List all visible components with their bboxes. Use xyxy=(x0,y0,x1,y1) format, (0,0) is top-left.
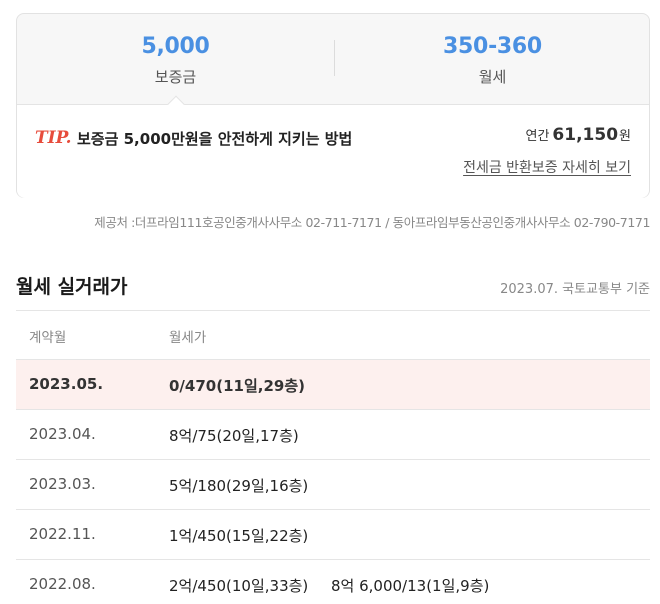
annual-cost: 연간 61,150원 xyxy=(526,125,632,145)
rent-value: 350-360 xyxy=(443,34,542,59)
table-row[interactable]: 2023.03. 5억/180(29일,16층) xyxy=(16,459,650,509)
annual-unit: 원 xyxy=(619,129,631,144)
row-rent: 0/470(11일,29층) xyxy=(169,377,305,395)
row-rent: 8억/75(20일,17층) xyxy=(169,427,299,445)
tip-box: TIP. 보증금 5,000만원을 안전하게 지키는 방법 연간 61,150원 … xyxy=(17,104,649,198)
row-rent: 1억/450(15일,22층) xyxy=(169,527,309,545)
provider-info: 제공처 :더프라임111호공인중개사사무소 02-711-7171 / 동아프라… xyxy=(94,215,650,230)
price-summary-card: 5,000 보증금 350-360 월세 TIP. 보증금 5,000만원을 안… xyxy=(16,13,650,198)
tip-tag: TIP. xyxy=(35,128,72,148)
rent-label: 월세 xyxy=(478,68,507,86)
rent-column: 350-360 월세 xyxy=(334,14,651,105)
row-rent-secondary: 8억 6,000/13(1일,9층) xyxy=(331,577,490,595)
annual-value: 61,150 xyxy=(552,125,619,145)
guarantee-detail-link[interactable]: 전세금 반환보증 자세히 보기 xyxy=(463,157,631,177)
table-row[interactable]: 2023.04. 8억/75(20일,17층) xyxy=(16,409,650,459)
section-basis: 2023.07. 국토교통부 기준 xyxy=(500,282,650,297)
row-rent: 5억/180(29일,16층) xyxy=(169,477,309,495)
row-date: 2022.11. xyxy=(29,525,96,543)
row-rent: 2억/450(10일,33층) xyxy=(169,577,309,595)
row-date: 2022.08. xyxy=(29,575,96,593)
header-rent-price: 월세가 xyxy=(169,330,207,346)
table-row[interactable]: 2022.08. 2억/450(10일,33층) 8억 6,000/13(1일,… xyxy=(16,559,650,604)
row-date: 2023.03. xyxy=(29,475,96,493)
tip-text: 보증금 5,000만원을 안전하게 지키는 방법 xyxy=(77,130,353,148)
deposit-value: 5,000 xyxy=(141,34,210,59)
deposit-column: 5,000 보증금 xyxy=(17,14,334,105)
row-date: 2023.05. xyxy=(29,375,104,393)
table-row[interactable]: 2022.11. 1억/450(15일,22층) xyxy=(16,509,650,559)
annual-prefix: 연간 xyxy=(525,129,550,144)
table-row[interactable]: 2023.05. 0/470(11일,29층) xyxy=(16,359,650,409)
deposit-label: 보증금 xyxy=(154,68,197,86)
header-contract-month: 계약월 xyxy=(29,330,67,346)
table-header: 계약월 월세가 xyxy=(16,311,650,359)
row-date: 2023.04. xyxy=(29,425,96,443)
section-title: 월세 실거래가 xyxy=(16,276,128,298)
